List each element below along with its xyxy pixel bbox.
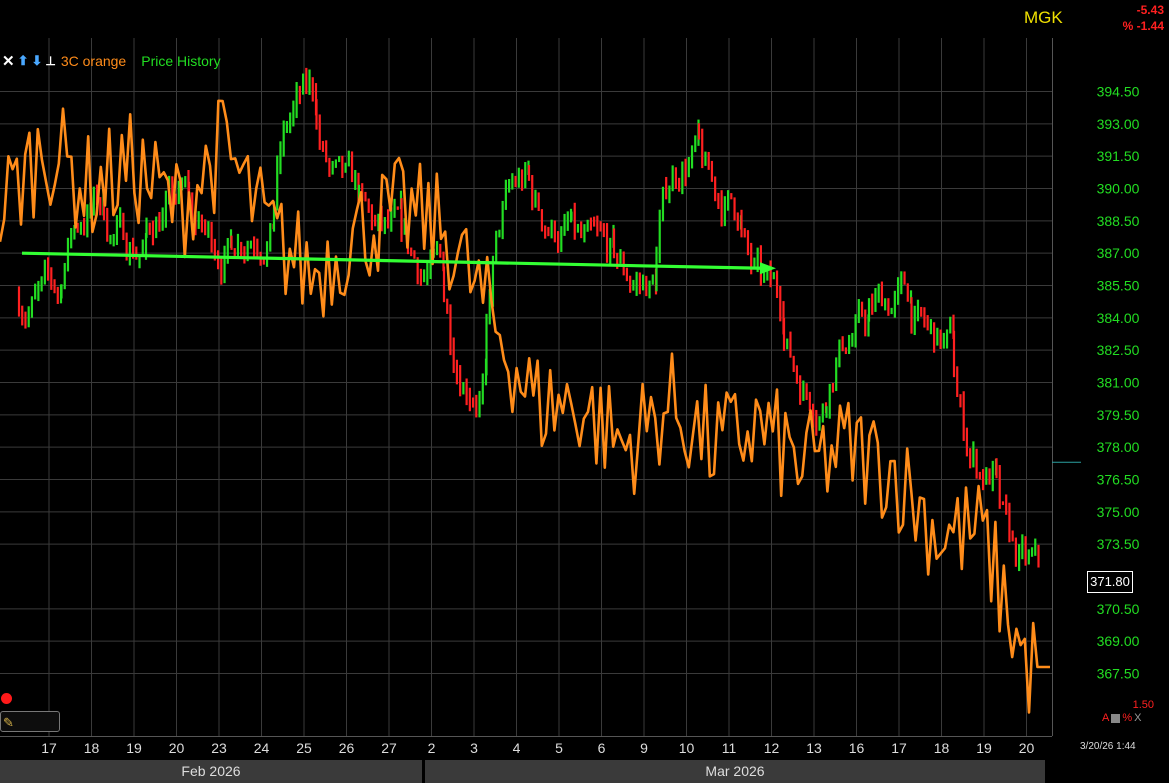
month-axis: Feb 2026 Mar 2026 <box>0 760 1169 783</box>
pin-icon[interactable]: ⊥ <box>45 54 55 68</box>
x-tick-label: 10 <box>679 740 695 756</box>
x-tick-label: 18 <box>84 740 100 756</box>
x-tick-label: 19 <box>126 740 142 756</box>
y-tick-label: 379.50 <box>1097 407 1140 423</box>
legend-price-history[interactable]: Price History <box>141 53 220 69</box>
x-tick-label: 5 <box>555 740 563 756</box>
auto-scale-button[interactable]: A <box>1102 712 1109 724</box>
y-tick-label: 382.50 <box>1097 342 1140 358</box>
y-tick-label: 369.00 <box>1097 633 1140 649</box>
price-history-series <box>17 67 1040 572</box>
x-tick-label: 26 <box>339 740 355 756</box>
close-icon[interactable]: ✕ <box>2 52 15 70</box>
x-tick-label: 11 <box>722 740 737 756</box>
trend-arrow <box>21 251 776 275</box>
x-tick-label: 20 <box>169 740 185 756</box>
percent-scale-button[interactable]: % <box>1122 712 1132 724</box>
arrow-up-icon[interactable]: ⬆ <box>18 53 29 69</box>
3c-orange-line <box>0 99 1050 714</box>
chart-legend: ✕ ⬆ ⬇ ⊥ 3C orange Price History <box>2 51 221 71</box>
arrow-down-icon[interactable]: ⬇ <box>31 53 42 69</box>
x-tick-label: 20 <box>1019 740 1035 756</box>
y-tick-label: 390.00 <box>1097 181 1140 197</box>
x-tick-label: 2 <box>428 740 436 756</box>
indicator-controls: A % X <box>1102 712 1141 724</box>
y-tick-label: 376.50 <box>1097 472 1140 488</box>
x-tick-label: 4 <box>513 740 521 756</box>
y-tick-label: 378.00 <box>1097 439 1140 455</box>
month-label-mar: Mar 2026 <box>425 760 1045 783</box>
indicator-value-label: 1.50 <box>1132 699 1154 711</box>
x-tick-label: 18 <box>934 740 950 756</box>
last-price-label: 371.80 <box>1087 571 1133 593</box>
y-tick-label: 394.50 <box>1097 84 1140 100</box>
x-tick-label: 12 <box>764 740 780 756</box>
x-tick-label: 16 <box>849 740 865 756</box>
x-tick-label: 23 <box>211 740 227 756</box>
record-indicator-icon[interactable] <box>1 693 12 704</box>
x-tick-label: 13 <box>806 740 822 756</box>
x-tick-label: 27 <box>381 740 397 756</box>
y-tick-label: 388.50 <box>1097 213 1140 229</box>
drawing-tool-button[interactable]: ✎ <box>0 711 60 732</box>
date-axis: 17 18 19 20 23 24 25 26 27 2 3 4 5 6 9 10 11 12 13 16 17 18 19… <box>41 740 1034 756</box>
x-tick-label: 3 <box>470 740 478 756</box>
date-stamp: 3/20/26 1:44 <box>1080 741 1136 752</box>
x-tick-label: 17 <box>891 740 907 756</box>
y-tick-label: 385.50 <box>1097 278 1140 294</box>
price-chart[interactable]: 394.50393.00391.50390.00388.50387.00385.… <box>0 0 1169 783</box>
legend-3c-orange[interactable]: 3C orange <box>61 53 126 69</box>
pencil-icon: ✎ <box>3 715 14 730</box>
x-tick-label: 19 <box>976 740 992 756</box>
y-tick-label: 384.00 <box>1097 310 1140 326</box>
y-tick-label: 373.50 <box>1097 536 1140 552</box>
y-tick-label: 393.00 <box>1097 116 1140 132</box>
close-indicator-button[interactable]: X <box>1134 712 1141 724</box>
y-tick-label: 391.50 <box>1097 148 1140 164</box>
x-tick-label: 17 <box>41 740 57 756</box>
y-tick-label: 375.00 <box>1097 504 1140 520</box>
trend-arrow-shaft <box>21 251 763 270</box>
y-tick-label: 370.50 <box>1097 601 1140 617</box>
scale-box-icon[interactable] <box>1111 713 1121 723</box>
y-tick-label: 381.00 <box>1097 375 1140 391</box>
y-tick-label: 387.00 <box>1097 245 1140 261</box>
x-tick-label: 24 <box>254 740 270 756</box>
x-tick-label: 9 <box>640 740 648 756</box>
x-tick-label: 25 <box>296 740 312 756</box>
y-tick-label: 367.50 <box>1097 666 1140 682</box>
x-tick-label: 6 <box>598 740 606 756</box>
month-label-feb: Feb 2026 <box>0 760 422 783</box>
